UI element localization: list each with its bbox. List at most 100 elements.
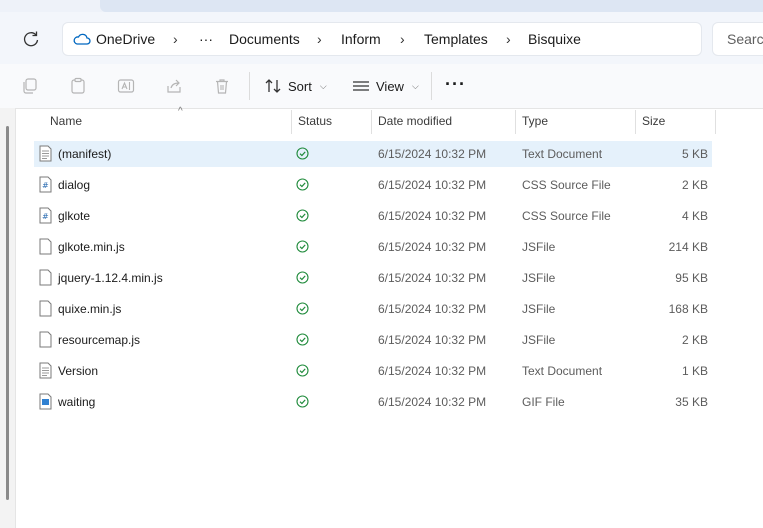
file-size: 5 KB <box>681 147 708 161</box>
file-size: 95 KB <box>675 271 708 285</box>
blank-file-icon <box>39 331 52 348</box>
image-file-icon <box>39 393 52 410</box>
synced-status-icon <box>296 178 309 191</box>
refresh-icon[interactable] <box>20 28 42 50</box>
more-options-button[interactable]: ··· <box>445 74 466 95</box>
file-type: CSS Source File <box>522 209 611 223</box>
column-header-type[interactable]: Type <box>522 114 548 128</box>
breadcrumb-inform[interactable]: Inform <box>341 31 381 47</box>
file-size: 2 KB <box>681 178 708 192</box>
blank-file-icon <box>39 300 52 317</box>
column-divider[interactable] <box>515 110 516 134</box>
copy-icon[interactable] <box>21 77 39 95</box>
column-header-status[interactable]: Status <box>298 114 332 128</box>
file-type: JSFile <box>522 240 556 254</box>
share-icon[interactable] <box>165 77 183 95</box>
sort-label: Sort <box>288 78 312 94</box>
file-name: glkote <box>58 209 91 223</box>
column-divider[interactable] <box>291 110 292 134</box>
column-divider[interactable] <box>635 110 636 134</box>
file-size: 2 KB <box>681 333 708 347</box>
file-type: Text Document <box>522 147 603 161</box>
paste-icon[interactable] <box>69 77 87 95</box>
toolbar-divider <box>249 72 250 100</box>
file-row[interactable]: glkote.min.js 6/15/2024 10:32 PM JSFile … <box>34 234 712 260</box>
tab-strip <box>0 0 763 12</box>
file-date: 6/15/2024 10:32 PM <box>378 364 487 378</box>
file-date: 6/15/2024 10:32 PM <box>378 271 487 285</box>
file-date: 6/15/2024 10:32 PM <box>378 178 487 192</box>
synced-status-icon <box>296 302 309 315</box>
active-tab[interactable] <box>100 0 763 12</box>
breadcrumb-templates[interactable]: Templates <box>424 31 488 47</box>
file-row[interactable]: resourcemap.js 6/15/2024 10:32 PM JSFile… <box>34 327 712 353</box>
file-date: 6/15/2024 10:32 PM <box>378 302 487 316</box>
file-row[interactable]: jquery-1.12.4.min.js 6/15/2024 10:32 PM … <box>34 265 712 291</box>
search-placeholder: Search <box>727 31 763 47</box>
pane-divider[interactable] <box>15 108 16 528</box>
svg-text:#: # <box>42 181 49 190</box>
file-name: (manifest) <box>58 147 112 161</box>
file-row[interactable]: Version 6/15/2024 10:32 PM Text Document… <box>34 358 712 384</box>
breadcrumb-onedrive[interactable]: OneDrive <box>96 31 155 47</box>
file-name: jquery-1.12.4.min.js <box>58 271 163 285</box>
file-date: 6/15/2024 10:32 PM <box>378 333 487 347</box>
file-type: JSFile <box>522 271 556 285</box>
search-input[interactable]: Search <box>712 22 763 56</box>
view-button[interactable]: View ⌵ <box>352 76 419 96</box>
file-name: resourcemap.js <box>58 333 141 347</box>
file-type: JSFile <box>522 302 556 316</box>
css-file-icon: # <box>39 207 52 224</box>
file-type: CSS Source File <box>522 178 611 192</box>
nav-scrollbar-thumb[interactable] <box>6 126 9 500</box>
file-date: 6/15/2024 10:32 PM <box>378 209 487 223</box>
toolbar-divider <box>431 72 432 100</box>
view-label: View <box>376 78 404 94</box>
file-row[interactable]: # dialog 6/15/2024 10:32 PM CSS Source F… <box>34 172 712 198</box>
breadcrumb[interactable]: OneDrive › ··· Documents › Inform › Temp… <box>62 22 702 56</box>
chevron-down-icon: ⌵ <box>411 80 419 91</box>
rename-icon[interactable] <box>117 77 135 95</box>
onedrive-cloud-icon <box>73 33 91 45</box>
synced-status-icon <box>296 395 309 408</box>
chevron-right-icon[interactable]: › <box>506 31 511 47</box>
file-size: 35 KB <box>675 395 708 409</box>
file-date: 6/15/2024 10:32 PM <box>378 147 487 161</box>
file-type: GIF File <box>522 395 565 409</box>
file-row[interactable]: (manifest) 6/15/2024 10:32 PM Text Docum… <box>34 141 712 167</box>
chevron-right-icon[interactable]: › <box>173 31 178 47</box>
file-date: 6/15/2024 10:32 PM <box>378 240 487 254</box>
sort-button[interactable]: Sort ⌵ <box>264 76 327 96</box>
column-divider[interactable] <box>371 110 372 134</box>
text-file-icon <box>39 145 52 162</box>
breadcrumb-bisquixe[interactable]: Bisquixe <box>528 31 581 47</box>
file-type: JSFile <box>522 333 556 347</box>
file-row[interactable]: waiting 6/15/2024 10:32 PM GIF File 35 K… <box>34 389 712 415</box>
file-row[interactable]: quixe.min.js 6/15/2024 10:32 PM JSFile 1… <box>34 296 712 322</box>
column-divider[interactable] <box>715 110 716 134</box>
file-name: waiting <box>58 395 96 409</box>
file-size: 1 KB <box>681 364 708 378</box>
breadcrumb-overflow[interactable]: ··· <box>199 31 213 47</box>
column-header-date[interactable]: Date modified <box>378 114 452 128</box>
column-header-name[interactable]: Name <box>50 114 82 128</box>
view-list-icon <box>353 81 369 91</box>
text-file-icon <box>39 362 52 379</box>
delete-icon[interactable] <box>213 77 231 95</box>
navigation-pane-edge <box>0 108 16 528</box>
synced-status-icon <box>296 209 309 222</box>
blank-file-icon <box>39 269 52 286</box>
synced-status-icon <box>296 147 309 160</box>
file-size: 4 KB <box>681 209 708 223</box>
file-name: Version <box>58 364 99 378</box>
file-type: Text Document <box>522 364 603 378</box>
file-name: glkote.min.js <box>58 240 125 254</box>
file-row[interactable]: # glkote 6/15/2024 10:32 PM CSS Source F… <box>34 203 712 229</box>
chevron-right-icon[interactable]: › <box>400 31 405 47</box>
svg-text:#: # <box>42 212 49 221</box>
file-name: quixe.min.js <box>58 302 122 316</box>
column-header-size[interactable]: Size <box>642 114 665 128</box>
breadcrumb-documents[interactable]: Documents <box>229 31 300 47</box>
sort-ascending-icon: ^ <box>178 106 183 117</box>
chevron-right-icon[interactable]: › <box>317 31 322 47</box>
